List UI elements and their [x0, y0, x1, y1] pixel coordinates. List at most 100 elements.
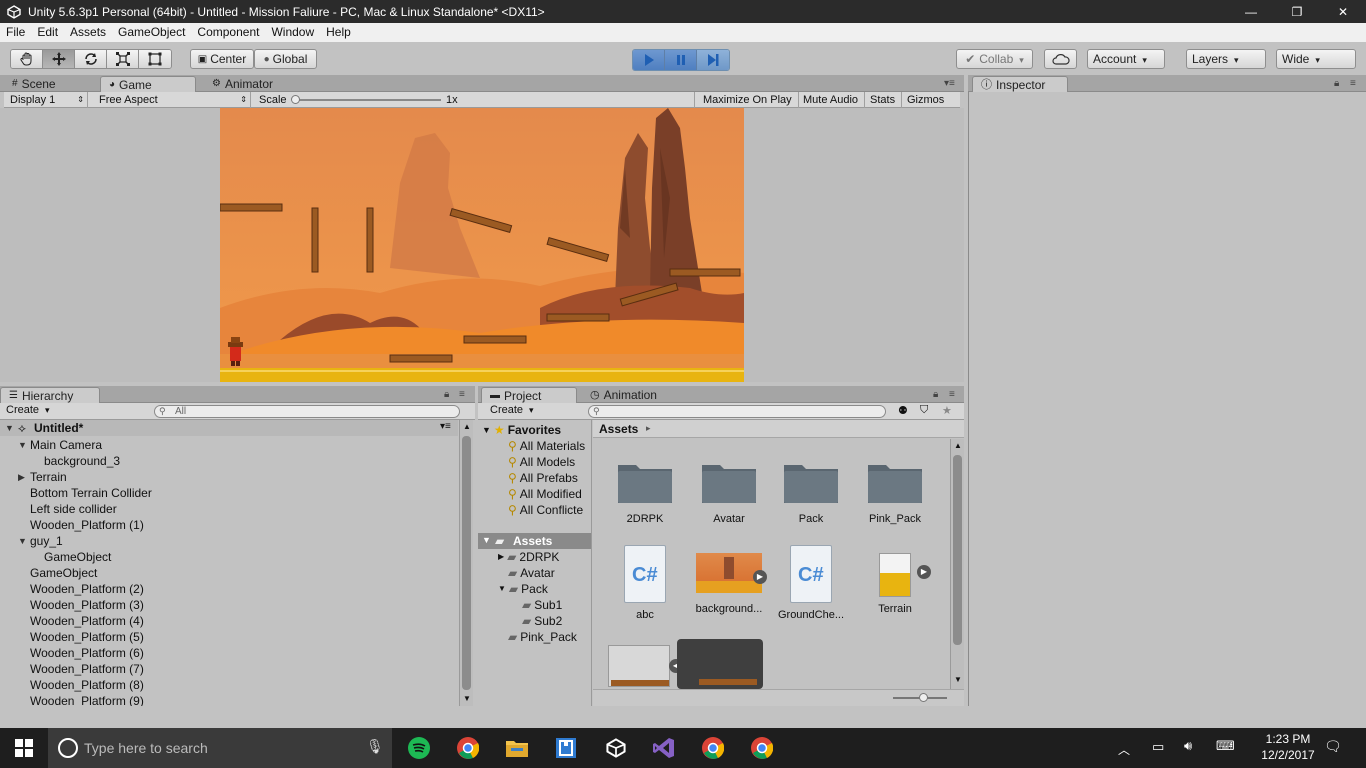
- visual-studio-icon[interactable]: [652, 736, 676, 760]
- close-button[interactable]: ✕: [1320, 0, 1366, 23]
- move-tool-icon[interactable]: [43, 50, 75, 68]
- aspect-dropdown[interactable]: Free Aspect ⇕: [93, 92, 251, 108]
- favorites-header[interactable]: ▼ ★ Favorites: [482, 422, 561, 438]
- expand-arrow-icon[interactable]: ▼: [18, 440, 27, 450]
- project-scroll-thumb[interactable]: [953, 455, 962, 645]
- tab-scene[interactable]: # Scene: [4, 76, 66, 92]
- folder-item[interactable]: ▼ ▰ Pack: [498, 581, 548, 597]
- asset-prefab-platform-selected[interactable]: [677, 639, 763, 689]
- asset-prefab-platform[interactable]: ◀: [599, 645, 683, 687]
- maximize-on-play-toggle[interactable]: Maximize On Play: [697, 92, 799, 108]
- maximize-button[interactable]: ❐: [1274, 0, 1320, 23]
- filter-type-icon[interactable]: ⚉: [898, 404, 908, 417]
- panel-menu-icon[interactable]: ≡: [1350, 78, 1356, 89]
- layout-dropdown[interactable]: Wide: [1276, 49, 1356, 69]
- asset-background[interactable]: ▶ background...: [689, 545, 769, 615]
- cloud-button[interactable]: [1044, 49, 1077, 69]
- stats-toggle[interactable]: Stats: [864, 92, 903, 108]
- favorite-star-icon[interactable]: ★: [942, 404, 952, 417]
- expand-arrow-icon[interactable]: ▼: [5, 423, 14, 433]
- spotify-icon[interactable]: [407, 736, 431, 760]
- hierarchy-create-button[interactable]: Create: [6, 404, 50, 416]
- tab-hierarchy[interactable]: ☰ Hierarchy: [0, 387, 100, 403]
- scroll-up-icon[interactable]: ▲: [463, 422, 471, 431]
- game-canvas[interactable]: [220, 108, 744, 382]
- mute-audio-toggle[interactable]: Mute Audio: [797, 92, 866, 108]
- chrome-icon[interactable]: [456, 736, 480, 760]
- expand-arrow-icon[interactable]: ▼: [482, 535, 491, 545]
- folder-item[interactable]: ▰ Avatar: [508, 565, 555, 581]
- tree-item[interactable]: Wooden_Platform (1): [30, 517, 144, 533]
- scene-menu-icon[interactable]: ▾≡: [440, 421, 451, 432]
- volume-icon[interactable]: 🔊︎: [1184, 738, 1192, 754]
- pause-button[interactable]: [665, 50, 697, 70]
- label-tag-icon[interactable]: ⛉: [920, 404, 928, 417]
- asset-script-abc[interactable]: C# abc: [605, 545, 685, 621]
- battery-icon[interactable]: ▭: [1152, 739, 1164, 755]
- tree-item[interactable]: GameObject: [30, 565, 97, 581]
- tab-animator[interactable]: ⚙ Animator: [204, 76, 283, 92]
- icon-size-slider-thumb[interactable]: [919, 693, 928, 702]
- favorite-item[interactable]: ⚲ All Modified: [508, 486, 582, 502]
- account-dropdown[interactable]: Account: [1087, 49, 1165, 69]
- asset-folder-2drpk[interactable]: 2DRPK: [605, 459, 685, 525]
- tab-game[interactable]: ◕ Game: [100, 76, 196, 92]
- hierarchy-scrollbar[interactable]: ▲ ▼: [459, 420, 473, 706]
- tree-item[interactable]: Wooden_Platform (4): [30, 613, 144, 629]
- rect-tool-icon[interactable]: [139, 50, 171, 68]
- tree-item[interactable]: background_3: [44, 453, 120, 469]
- file-explorer-icon[interactable]: [505, 736, 529, 760]
- tab-inspector[interactable]: ⓘ Inspector: [972, 76, 1068, 92]
- scale-tool-icon[interactable]: [107, 50, 139, 68]
- collab-dropdown[interactable]: ✔ Collab: [956, 49, 1033, 69]
- project-scrollbar[interactable]: ▲ ▼: [950, 439, 964, 689]
- scroll-down-icon[interactable]: ▼: [463, 694, 471, 703]
- asset-folder-pink-pack[interactable]: Pink_Pack: [855, 459, 935, 525]
- tree-item[interactable]: Wooden_Platform (7): [30, 661, 144, 677]
- menu-assets[interactable]: Assets: [64, 23, 112, 42]
- lock-icon[interactable]: 🔒︎: [933, 389, 938, 400]
- folder-item[interactable]: ▰ Sub2: [522, 613, 562, 629]
- gizmos-dropdown[interactable]: Gizmos: [901, 92, 950, 108]
- hierarchy-search-input[interactable]: ⚲ All: [154, 405, 460, 418]
- collapse-arrow-icon[interactable]: ▶: [498, 549, 504, 565]
- tree-item[interactable]: Wooden_Platform (9): [30, 693, 144, 706]
- expand-arrow-icon[interactable]: ▼: [498, 581, 506, 597]
- tree-item[interactable]: Wooden_Platform (5): [30, 629, 144, 645]
- game-view[interactable]: [0, 108, 964, 382]
- app-store-icon[interactable]: [554, 736, 578, 760]
- panel-menu-icon[interactable]: ≡: [459, 389, 465, 400]
- asset-script-groundcheck[interactable]: C# GroundChe...: [771, 545, 851, 621]
- favorite-item[interactable]: ⚲ All Materials: [508, 438, 585, 454]
- scale-slider-thumb[interactable]: [291, 95, 300, 104]
- project-create-button[interactable]: Create: [490, 404, 534, 416]
- space-global-button[interactable]: ● Global: [254, 49, 317, 69]
- tree-item[interactable]: Left side collider: [30, 501, 117, 517]
- hierarchy-scroll-thumb[interactable]: [462, 436, 471, 690]
- favorite-item[interactable]: ⚲ All Prefabs: [508, 470, 578, 486]
- scene-header-row[interactable]: ▼ ⟡ Untitled* ▾≡: [0, 420, 458, 436]
- tree-item[interactable]: Wooden_Platform (8): [30, 677, 144, 693]
- breadcrumb-assets[interactable]: Assets: [599, 422, 638, 436]
- chrome-profile-icon[interactable]: [701, 736, 725, 760]
- tree-item[interactable]: GameObject: [44, 549, 111, 565]
- play-preview-icon[interactable]: ▶: [753, 570, 767, 584]
- show-hidden-icons-icon[interactable]: ︿: [1118, 741, 1130, 758]
- menu-component[interactable]: Component: [191, 23, 265, 42]
- menu-edit[interactable]: Edit: [31, 23, 64, 42]
- lock-icon[interactable]: 🔒︎: [444, 389, 449, 400]
- play-preview-icon[interactable]: ▶: [917, 565, 931, 579]
- scale-slider[interactable]: [293, 99, 441, 101]
- expand-arrow-icon[interactable]: ▼: [482, 422, 491, 438]
- play-button[interactable]: [633, 50, 665, 70]
- assets-header-row[interactable]: ▼ ▰ Assets: [478, 533, 591, 549]
- scroll-up-icon[interactable]: ▲: [954, 441, 962, 450]
- rotate-tool-icon[interactable]: [75, 50, 107, 68]
- folder-item[interactable]: ▶ ▰ 2DRPK: [498, 549, 559, 565]
- windows-start-icon[interactable]: [12, 736, 36, 760]
- keyboard-icon[interactable]: ⌨︎: [1216, 738, 1235, 754]
- scroll-down-icon[interactable]: ▼: [954, 675, 962, 684]
- asset-folder-avatar[interactable]: Avatar: [689, 459, 769, 525]
- project-search-input[interactable]: ⚲: [588, 405, 886, 418]
- tree-item[interactable]: Main Camera: [30, 437, 102, 453]
